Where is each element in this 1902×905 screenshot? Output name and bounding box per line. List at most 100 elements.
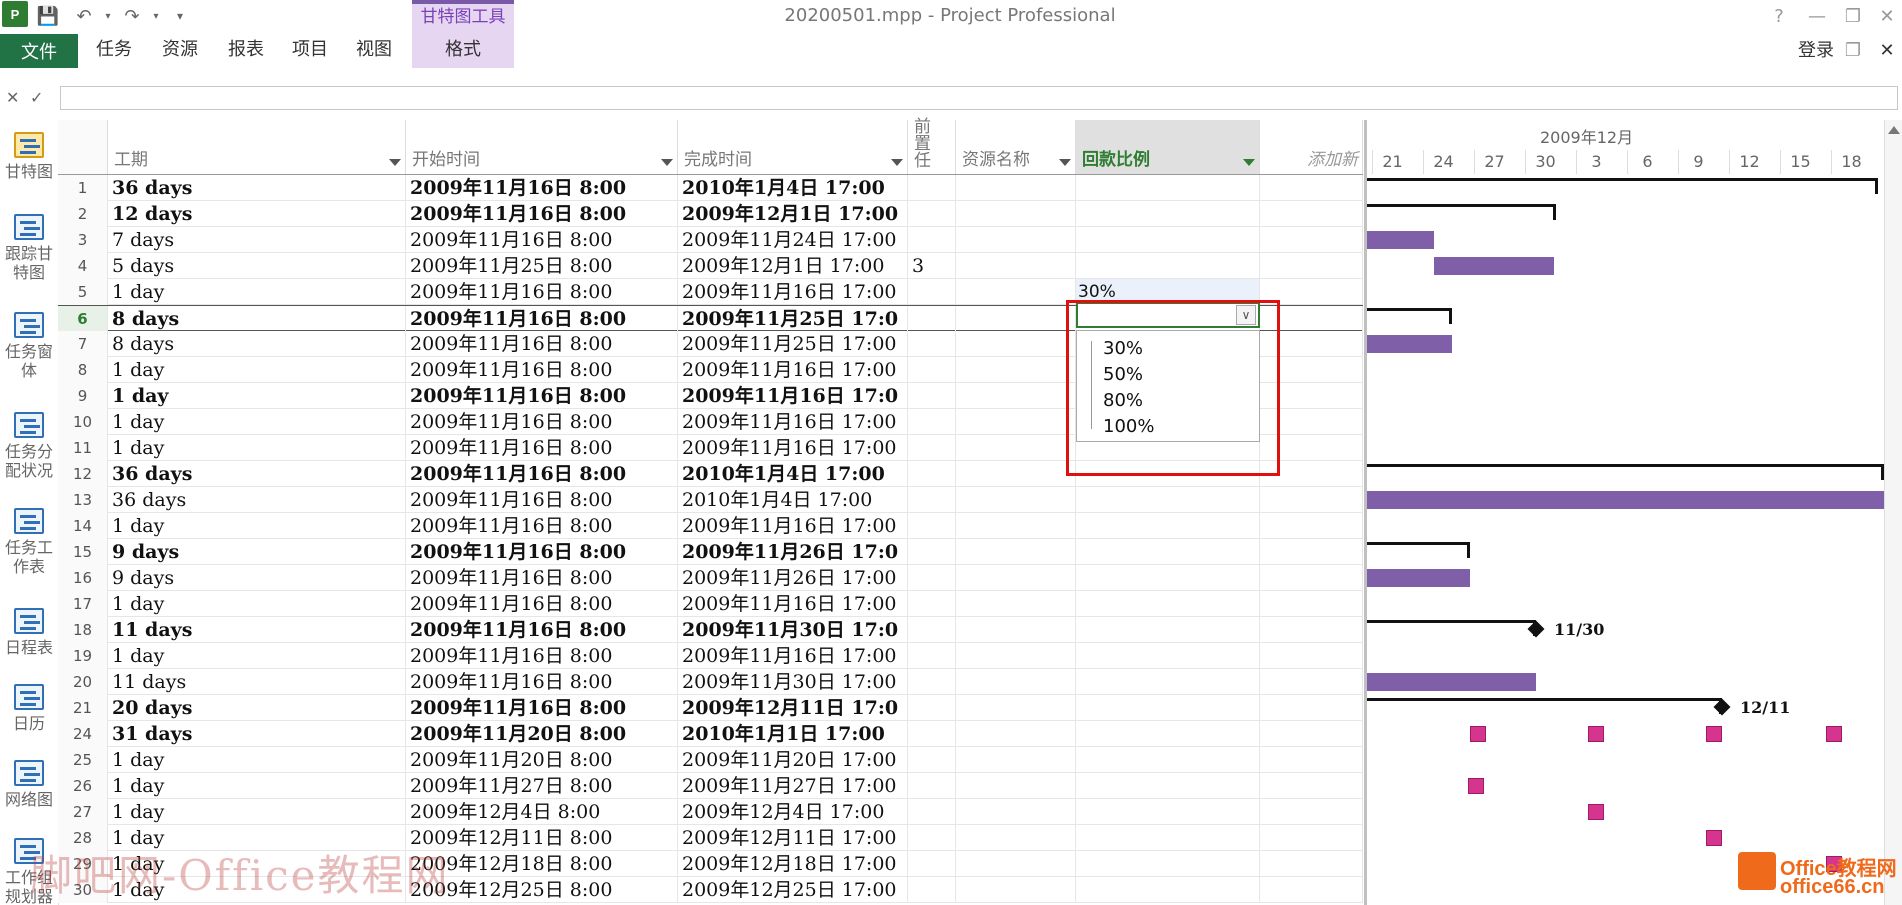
add-column-cell[interactable] [1260, 825, 1363, 851]
row-id[interactable]: 7 [58, 331, 108, 357]
tab-project[interactable]: 项目 [284, 32, 336, 68]
task-bar[interactable] [1367, 335, 1452, 353]
resource-cell[interactable] [956, 253, 1076, 279]
add-column-cell[interactable] [1260, 643, 1363, 669]
start-cell[interactable]: 2009年11月16日 8:00 [406, 591, 678, 617]
close-icon[interactable]: ✕ [1870, 2, 1902, 30]
tab-view[interactable]: 视图 [348, 32, 400, 68]
predecessor-cell[interactable] [908, 306, 956, 332]
close-document-icon[interactable]: ✕ [1870, 36, 1902, 64]
row-id[interactable]: 6 [58, 306, 108, 332]
column-header-resource[interactable]: 资源名称 [956, 120, 1076, 174]
duration-cell[interactable]: 31 days [108, 721, 406, 747]
predecessor-cell[interactable] [908, 877, 956, 903]
predecessor-cell[interactable] [908, 591, 956, 617]
row-id[interactable]: 3 [58, 227, 108, 253]
resource-cell[interactable] [956, 747, 1076, 773]
add-column-cell[interactable] [1260, 877, 1363, 903]
rate-cell[interactable] [1076, 773, 1260, 799]
row-id[interactable]: 18 [58, 617, 108, 643]
row-id[interactable]: 24 [58, 721, 108, 747]
view-gantt-chart[interactable]: 甘特图 [0, 132, 58, 181]
table-row[interactable]: 20 11 days 2009年11月16日 8:00 2009年11月30日 17:… [58, 669, 1363, 695]
row-id[interactable]: 9 [58, 383, 108, 409]
table-row[interactable]: 45 days 2009年11月25日 8:00 2009年12月1日 17:00 3 [58, 253, 1363, 279]
finish-cell[interactable]: 2009年11月20日 17:00 [678, 747, 908, 773]
add-column-cell[interactable] [1260, 175, 1363, 201]
finish-cell[interactable]: 2009年11月30日 17:00 [678, 669, 908, 695]
rate-cell[interactable] [1076, 825, 1260, 851]
start-cell[interactable]: 2009年11月16日 8:00 [406, 175, 678, 201]
finish-cell[interactable]: 2009年11月16日 17:00 [678, 279, 908, 305]
row-id[interactable]: 27 [58, 799, 108, 825]
table-row[interactable]: 17 1 day 2009年11月16日 8:00 2009年11月16日 17:00 [58, 591, 1363, 617]
rate-cell[interactable] [1076, 721, 1260, 747]
start-cell[interactable]: 2009年11月16日 8:00 [406, 617, 678, 643]
finish-cell[interactable]: 2009年11月30日 17:0 [678, 617, 908, 643]
project-app-icon[interactable]: P [2, 1, 28, 27]
duration-cell[interactable]: 5 days [108, 253, 406, 279]
resource-cell[interactable] [956, 461, 1076, 487]
filter-arrow-icon[interactable] [661, 159, 673, 166]
task-bar[interactable] [1367, 491, 1884, 509]
minimize-icon[interactable]: — [1800, 2, 1834, 30]
predecessor-cell[interactable] [908, 175, 956, 201]
resource-cell[interactable] [956, 409, 1076, 435]
add-column-cell[interactable] [1260, 721, 1363, 747]
restore-icon[interactable]: ❐ [1836, 2, 1870, 30]
finish-cell[interactable]: 2010年1月4日 17:00 [678, 175, 908, 201]
task-bar[interactable] [1367, 673, 1536, 691]
resource-cell[interactable] [956, 383, 1076, 409]
finish-cell[interactable]: 2010年1月4日 17:00 [678, 461, 908, 487]
resource-cell[interactable] [956, 539, 1076, 565]
predecessor-cell[interactable] [908, 357, 956, 383]
add-column-cell[interactable] [1260, 227, 1363, 253]
add-column-cell[interactable] [1260, 253, 1363, 279]
entry-input[interactable] [60, 86, 1898, 110]
predecessor-cell[interactable] [908, 565, 956, 591]
resource-cell[interactable] [956, 643, 1076, 669]
predecessor-cell[interactable] [908, 227, 956, 253]
row-id[interactable]: 25 [58, 747, 108, 773]
recurring-task-marker[interactable] [1588, 726, 1604, 742]
predecessor-cell[interactable] [908, 747, 956, 773]
tab-task[interactable]: 任务 [88, 32, 140, 68]
start-cell[interactable]: 2009年11月16日 8:00 [406, 539, 678, 565]
resource-cell[interactable] [956, 669, 1076, 695]
finish-cell[interactable]: 2009年11月25日 17:0 [678, 306, 908, 332]
add-column-cell[interactable] [1260, 773, 1363, 799]
predecessor-cell[interactable] [908, 383, 956, 409]
row-id[interactable]: 12 [58, 461, 108, 487]
finish-cell[interactable]: 2009年11月16日 17:00 [678, 435, 908, 461]
row-id[interactable]: 10 [58, 409, 108, 435]
duration-cell[interactable]: 1 day [108, 357, 406, 383]
table-row[interactable]: 24 31 days 2009年11月20日 8:00 2010年1月1日 17:00 [58, 721, 1363, 747]
view-task-usage[interactable]: 任务分配状况 [0, 412, 58, 480]
duration-cell[interactable]: 20 days [108, 695, 406, 721]
start-cell[interactable]: 2009年11月20日 8:00 [406, 747, 678, 773]
table-row[interactable]: 26 1 day 2009年11月27日 8:00 2009年11月27日 17:00 [58, 773, 1363, 799]
resource-cell[interactable] [956, 513, 1076, 539]
resource-cell[interactable] [956, 279, 1076, 305]
resource-cell[interactable] [956, 591, 1076, 617]
resource-cell[interactable] [956, 306, 1076, 332]
resource-cell[interactable] [956, 487, 1076, 513]
predecessor-cell[interactable] [908, 773, 956, 799]
recurring-task-marker[interactable] [1588, 804, 1604, 820]
start-cell[interactable]: 2009年11月16日 8:00 [406, 461, 678, 487]
filter-arrow-icon[interactable] [891, 159, 903, 166]
resource-cell[interactable] [956, 565, 1076, 591]
add-column-cell[interactable] [1260, 669, 1363, 695]
add-column-cell[interactable] [1260, 565, 1363, 591]
resource-cell[interactable] [956, 331, 1076, 357]
start-cell[interactable]: 2009年11月16日 8:00 [406, 565, 678, 591]
table-row[interactable]: 27 1 day 2009年12月4日 8:00 2009年12月4日 17:00 [58, 799, 1363, 825]
task-bar[interactable] [1434, 257, 1554, 275]
table-row[interactable]: 25 1 day 2009年11月20日 8:00 2009年11月20日 17:00 [58, 747, 1363, 773]
finish-cell[interactable]: 2009年12月1日 17:00 [678, 201, 908, 227]
finish-cell[interactable]: 2009年12月11日 17:0 [678, 695, 908, 721]
vertical-scrollbar[interactable] [1884, 120, 1902, 905]
rate-cell[interactable] [1076, 227, 1260, 253]
rate-cell[interactable] [1076, 695, 1260, 721]
start-cell[interactable]: 2009年11月16日 8:00 [406, 279, 678, 305]
